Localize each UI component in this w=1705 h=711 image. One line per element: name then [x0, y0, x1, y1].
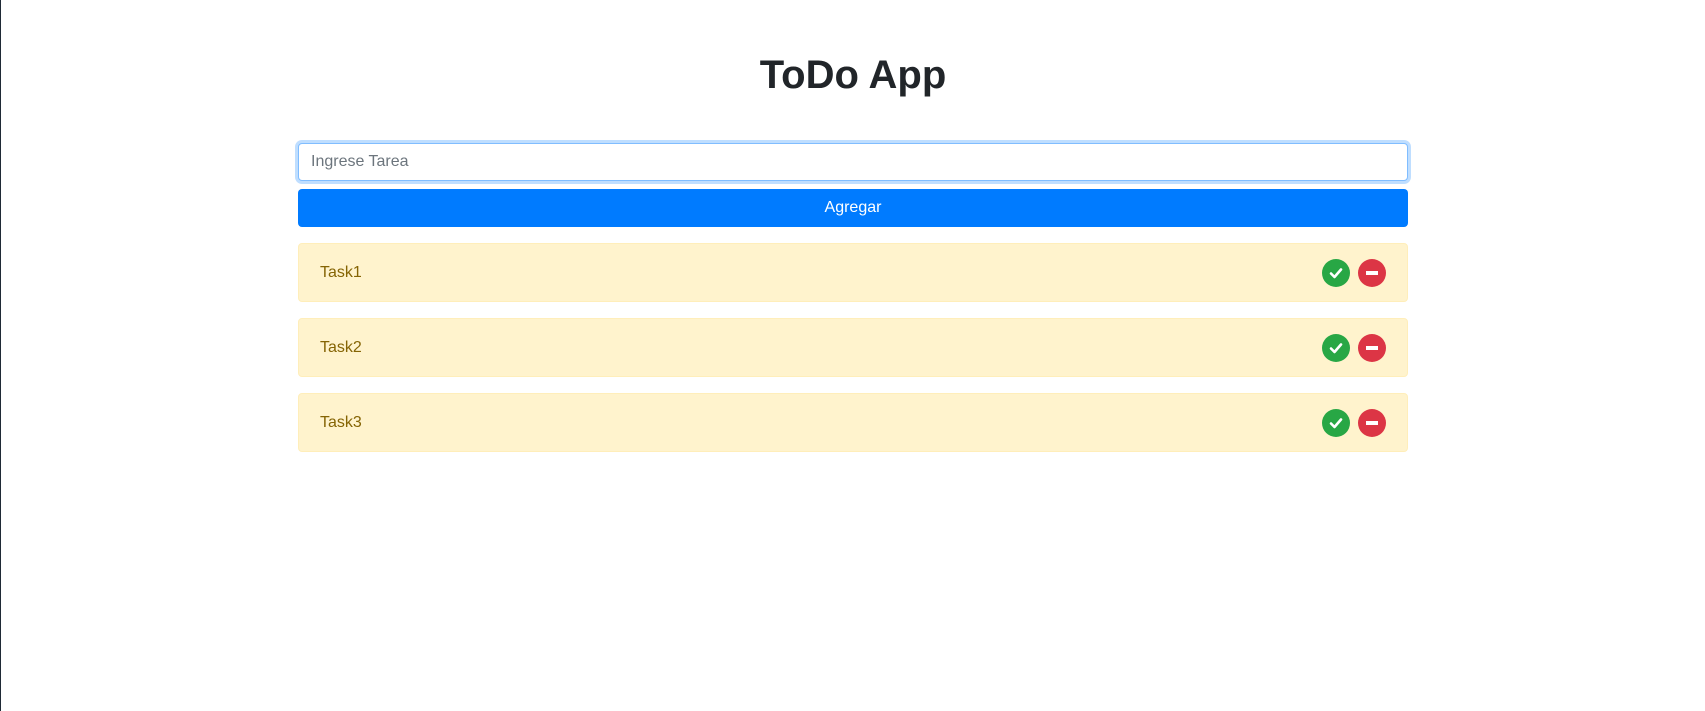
add-task-button[interactable]: Agregar	[298, 189, 1408, 227]
todo-container: ToDo App Agregar Task1 Task2	[298, 0, 1408, 468]
minus-circle-icon[interactable]	[1358, 408, 1386, 437]
task-item: Task3	[298, 393, 1408, 452]
task-list: Task1 Task2 Task3	[298, 243, 1408, 452]
check-circle-icon[interactable]	[1322, 333, 1350, 362]
check-circle-icon[interactable]	[1322, 408, 1350, 437]
task-item: Task2	[298, 318, 1408, 377]
page-title: ToDo App	[759, 53, 947, 97]
task-label: Task1	[320, 263, 362, 281]
minus-circle-icon[interactable]	[1358, 333, 1386, 362]
task-actions	[1322, 333, 1386, 362]
task-label: Task2	[320, 338, 362, 356]
task-input[interactable]	[298, 143, 1408, 181]
task-actions	[1322, 408, 1386, 437]
check-circle-icon[interactable]	[1322, 258, 1350, 287]
task-label: Task3	[320, 413, 362, 431]
app-window: ToDo App Agregar Task1 Task2	[0, 0, 1705, 711]
task-actions	[1322, 258, 1386, 287]
task-item: Task1	[298, 243, 1408, 302]
minus-circle-icon[interactable]	[1358, 258, 1386, 287]
